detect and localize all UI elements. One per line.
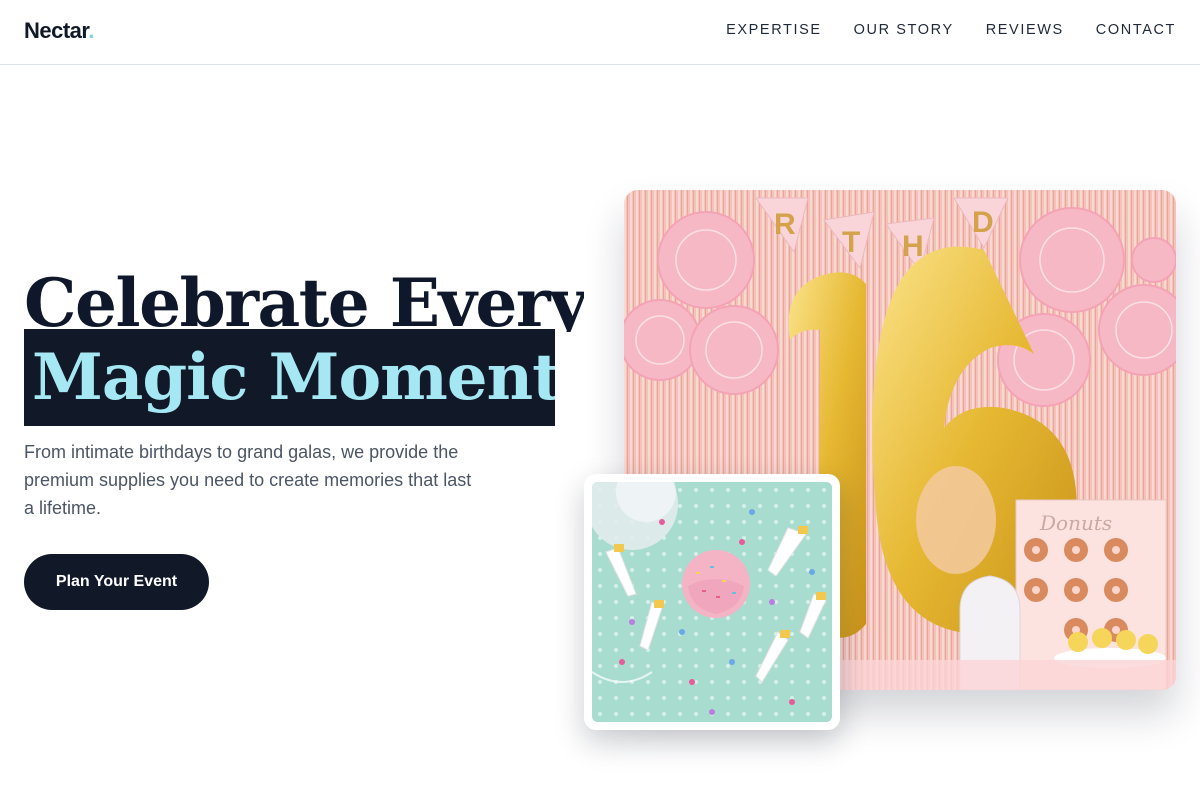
svg-text:H: H — [902, 230, 924, 263]
main-nav: EXPERTISE OUR STORY REVIEWS CONTACT — [726, 22, 1176, 38]
svg-text:T: T — [842, 226, 860, 259]
brand-logo[interactable]: Nectar. — [24, 18, 94, 44]
hero-title-highlight: Magic Moment. — [24, 329, 555, 426]
nav-link-reviews[interactable]: REVIEWS — [986, 22, 1064, 38]
nav-link-our-story[interactable]: OUR STORY — [854, 22, 954, 38]
hero-subtitle: From intimate birthdays to grand galas, … — [24, 442, 472, 518]
donut-confetti-photo — [592, 482, 832, 722]
donut-confetti-illustration — [592, 482, 832, 722]
nav-link-expertise[interactable]: EXPERTISE — [726, 22, 822, 38]
nav-link-contact[interactable]: CONTACT — [1096, 22, 1176, 38]
svg-text:Donuts: Donuts — [1039, 511, 1112, 535]
brand-name: Nectar — [24, 18, 89, 43]
hero-title-line-1: Celebrate Every — [24, 264, 584, 332]
party-detail-photo-frame — [584, 474, 840, 730]
hero-title: Celebrate Every Magic Moment. — [24, 262, 584, 426]
plan-your-event-button[interactable]: Plan Your Event — [24, 554, 209, 610]
svg-text:R: R — [774, 208, 796, 241]
brand-dot: . — [88, 18, 94, 43]
site-header: Nectar. EXPERTISE OUR STORY REVIEWS CONT… — [0, 0, 1200, 65]
svg-text:D: D — [972, 206, 994, 239]
